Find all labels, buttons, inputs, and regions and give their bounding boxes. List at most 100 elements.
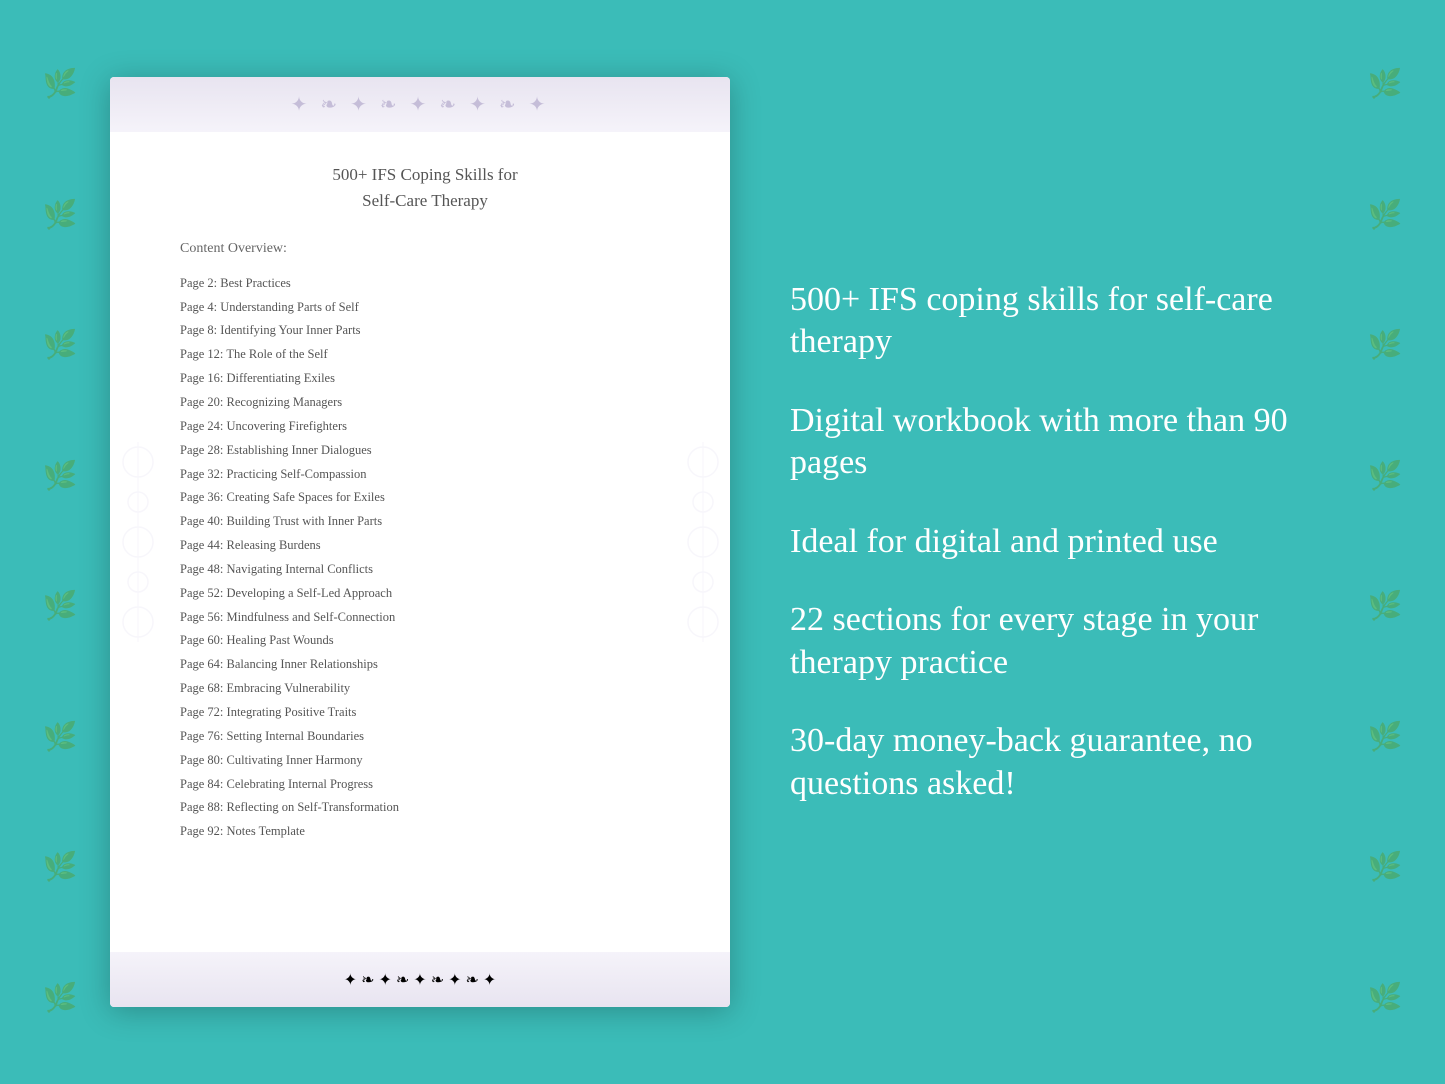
toc-title: Embracing Vulnerability — [227, 681, 351, 695]
page-side-deco-left — [110, 132, 165, 952]
toc-item: Page 2: Best Practices — [180, 271, 670, 295]
toc-title: Recognizing Managers — [227, 395, 343, 409]
toc-item: Page 68: Embracing Vulnerability — [180, 676, 670, 700]
floral-sprig: 🌿 — [43, 982, 78, 1016]
floral-sprig: 🌿 — [43, 851, 78, 885]
toc-title: The Role of the Self — [226, 347, 327, 361]
toc-page-number: Page 28: — [180, 443, 223, 457]
toc-title: Best Practices — [220, 276, 290, 290]
toc-title: Releasing Burdens — [227, 538, 321, 552]
floral-sprig: 🌿 — [43, 329, 78, 363]
toc-page-number: Page 24: — [180, 419, 223, 433]
toc-item: Page 8: Identifying Your Inner Parts — [180, 319, 670, 343]
toc-title: Healing Past Wounds — [227, 633, 334, 647]
toc-item: Page 44: Releasing Burdens — [180, 533, 670, 557]
toc-title: Mindfulness and Self-Connection — [227, 610, 396, 624]
floral-sprig: 🌿 — [43, 721, 78, 755]
page-bottom-decoration: ✦ ❧ ✦ ❧ ✦ ❧ ✦ ❧ ✦ — [110, 952, 730, 1007]
toc-page-number: Page 88: — [180, 800, 223, 814]
toc-page-number: Page 72: — [180, 705, 223, 719]
feature-3: Ideal for digital and printed use — [790, 521, 1315, 564]
deco-pattern-bottom: ✦ ❧ ✦ ❧ ✦ ❧ ✦ ❧ ✦ — [344, 970, 497, 990]
toc-page-number: Page 60: — [180, 633, 223, 647]
toc-item: Page 4: Understanding Parts of Self — [180, 295, 670, 319]
features-panel: 500+ IFS coping skills for self-care the… — [790, 279, 1445, 806]
toc-item: Page 76: Setting Internal Boundaries — [180, 724, 670, 748]
floral-sprig: 🌿 — [43, 68, 78, 102]
toc-page-number: Page 52: — [180, 586, 223, 600]
feature-4: 22 sections for every stage in your ther… — [790, 599, 1315, 684]
toc-page-number: Page 16: — [180, 371, 223, 385]
toc-page-number: Page 12: — [180, 347, 223, 361]
floral-sprig: 🌿 — [43, 460, 78, 494]
toc-page-number: Page 80: — [180, 753, 223, 767]
feature-2: Digital workbook with more than 90 pages — [790, 400, 1315, 485]
toc-item: Page 36: Creating Safe Spaces for Exiles — [180, 486, 670, 510]
toc-title: Reflecting on Self-Transformation — [227, 800, 399, 814]
toc-page-number: Page 48: — [180, 562, 223, 576]
table-of-contents: Page 2: Best PracticesPage 4: Understand… — [180, 271, 670, 843]
floral-sprig: 🌿 — [43, 590, 78, 624]
toc-page-number: Page 40: — [180, 514, 223, 528]
toc-item: Page 92: Notes Template — [180, 819, 670, 843]
toc-page-number: Page 92: — [180, 824, 223, 838]
toc-page-number: Page 84: — [180, 777, 223, 791]
toc-title: Notes Template — [227, 824, 305, 838]
toc-title: Understanding Parts of Self — [220, 300, 359, 314]
page-content: 500+ IFS Coping Skills for Self-Care The… — [110, 132, 730, 952]
toc-page-number: Page 2: — [180, 276, 217, 290]
toc-page-number: Page 44: — [180, 538, 223, 552]
toc-item: Page 20: Recognizing Managers — [180, 390, 670, 414]
toc-page-number: Page 8: — [180, 323, 217, 337]
toc-item: Page 52: Developing a Self-Led Approach — [180, 581, 670, 605]
document-page: ✦ ❧ ✦ ❧ ✦ ❧ ✦ ❧ ✦ 500+ IFS Coping Skills… — [110, 77, 730, 1007]
toc-title: Uncovering Firefighters — [227, 419, 347, 433]
toc-item: Page 16: Differentiating Exiles — [180, 366, 670, 390]
toc-page-number: Page 32: — [180, 467, 223, 481]
toc-page-number: Page 56: — [180, 610, 223, 624]
deco-pattern-top: ✦ ❧ ✦ ❧ ✦ ❧ ✦ ❧ ✦ — [291, 92, 550, 117]
toc-title: Celebrating Internal Progress — [227, 777, 373, 791]
toc-item: Page 72: Integrating Positive Traits — [180, 700, 670, 724]
toc-page-number: Page 4: — [180, 300, 217, 314]
toc-title: Practicing Self-Compassion — [227, 467, 367, 481]
floral-sprig: 🌿 — [1368, 199, 1403, 233]
toc-item: Page 80: Cultivating Inner Harmony — [180, 748, 670, 772]
toc-page-number: Page 64: — [180, 657, 223, 671]
floral-sprig: 🌿 — [1368, 68, 1403, 102]
toc-title: Balancing Inner Relationships — [227, 657, 378, 671]
toc-title: Creating Safe Spaces for Exiles — [227, 490, 385, 504]
toc-item: Page 48: Navigating Internal Conflicts — [180, 557, 670, 581]
toc-page-number: Page 76: — [180, 729, 223, 743]
toc-item: Page 56: Mindfulness and Self-Connection — [180, 605, 670, 629]
feature-1: 500+ IFS coping skills for self-care the… — [790, 279, 1315, 364]
toc-item: Page 88: Reflecting on Self-Transformati… — [180, 796, 670, 820]
floral-sprig: 🌿 — [43, 199, 78, 233]
toc-item: Page 84: Celebrating Internal Progress — [180, 772, 670, 796]
feature-5: 30-day money-back guarantee, no question… — [790, 720, 1315, 805]
toc-page-number: Page 36: — [180, 490, 223, 504]
floral-border-left: 🌿 🌿 🌿 🌿 🌿 🌿 🌿 🌿 — [0, 0, 120, 1084]
toc-header: Content Overview: — [180, 241, 670, 257]
floral-sprig: 🌿 — [1368, 982, 1403, 1016]
toc-title: Integrating Positive Traits — [227, 705, 357, 719]
page-side-deco-right — [675, 132, 730, 952]
title-line-2: Self-Care Therapy — [362, 191, 488, 210]
document-title: 500+ IFS Coping Skills for Self-Care The… — [180, 162, 670, 213]
toc-item: Page 40: Building Trust with Inner Parts — [180, 509, 670, 533]
toc-item: Page 64: Balancing Inner Relationships — [180, 653, 670, 677]
toc-page-number: Page 68: — [180, 681, 223, 695]
toc-title: Developing a Self-Led Approach — [227, 586, 393, 600]
toc-title: Building Trust with Inner Parts — [227, 514, 383, 528]
toc-title: Navigating Internal Conflicts — [227, 562, 374, 576]
toc-title: Cultivating Inner Harmony — [227, 753, 363, 767]
page-top-decoration: ✦ ❧ ✦ ❧ ✦ ❧ ✦ ❧ ✦ — [110, 77, 730, 132]
toc-title: Establishing Inner Dialogues — [227, 443, 372, 457]
title-line-1: 500+ IFS Coping Skills for — [332, 165, 517, 184]
toc-title: Identifying Your Inner Parts — [220, 323, 360, 337]
floral-sprig: 🌿 — [1368, 851, 1403, 885]
toc-item: Page 32: Practicing Self-Compassion — [180, 462, 670, 486]
toc-title: Setting Internal Boundaries — [227, 729, 364, 743]
toc-title: Differentiating Exiles — [227, 371, 335, 385]
toc-item: Page 60: Healing Past Wounds — [180, 629, 670, 653]
